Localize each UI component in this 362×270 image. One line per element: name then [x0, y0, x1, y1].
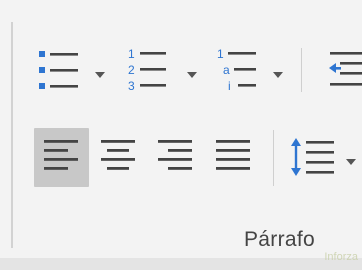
line-spacing-dropdown[interactable] [345, 153, 357, 171]
watermark-logo: Inforza [324, 251, 358, 263]
line-spacing-icon [291, 138, 334, 176]
bullet-list-icon [39, 51, 78, 89]
numeral-1: 1 [128, 47, 135, 61]
numbering-dropdown[interactable] [186, 66, 198, 84]
align-center-icon [101, 140, 135, 170]
decrease-indent-button[interactable] [326, 50, 362, 92]
ribbon-bottom-edge [0, 258, 362, 270]
marker-a: a [223, 63, 230, 77]
alignment-separator [273, 130, 274, 186]
align-right-icon [158, 140, 192, 170]
marker-i: i [228, 79, 231, 93]
group-separator-left [11, 22, 13, 248]
align-left-button[interactable] [43, 138, 81, 178]
list-separator [301, 48, 302, 92]
numeral-2: 2 [128, 63, 135, 77]
decrease-indent-icon [329, 52, 362, 86]
group-label-paragraph: Párrafo [244, 228, 315, 251]
align-right-button[interactable] [157, 138, 195, 178]
multilevel-list-icon: 1 a i [217, 47, 256, 93]
line-spacing-button[interactable] [290, 136, 336, 180]
chevron-down-icon [273, 72, 283, 78]
align-left-icon [44, 140, 78, 170]
chevron-down-icon [187, 72, 197, 78]
numbering-button[interactable]: 1 2 3 [125, 44, 171, 96]
chevron-down-icon [95, 72, 105, 78]
justify-button[interactable] [215, 138, 253, 178]
multilevel-list-button[interactable]: 1 a i [214, 44, 260, 96]
bullets-button[interactable] [36, 48, 82, 94]
justify-icon [216, 140, 250, 170]
multilevel-list-dropdown[interactable] [272, 66, 284, 84]
numbered-list-icon: 1 2 3 [128, 47, 166, 93]
chevron-down-icon [346, 159, 356, 165]
bullets-dropdown[interactable] [94, 66, 106, 84]
numeral-3: 3 [128, 79, 135, 93]
marker-1: 1 [217, 47, 224, 61]
center-button[interactable] [100, 138, 138, 178]
